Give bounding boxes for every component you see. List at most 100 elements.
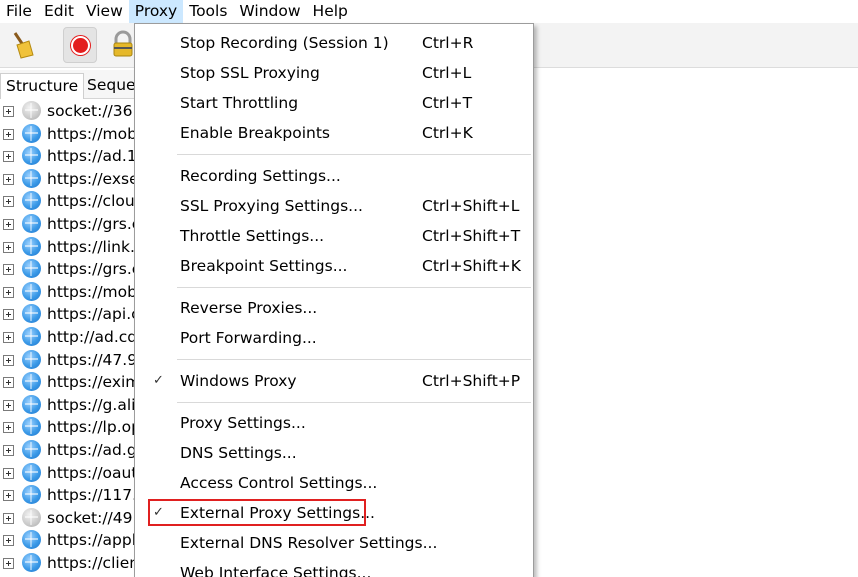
menu-edit[interactable]: Edit bbox=[38, 0, 80, 23]
menu-view[interactable]: View bbox=[80, 0, 129, 23]
tab-structure[interactable]: Structure bbox=[0, 73, 85, 99]
menu-item-label: Recording Settings... bbox=[180, 166, 341, 185]
menu-item-shortcut: Ctrl+Shift+P bbox=[422, 371, 521, 390]
menu-item-stop-recording-session-1[interactable]: Stop Recording (Session 1) Ctrl+R bbox=[135, 28, 533, 58]
menu-item-label: Reverse Proxies... bbox=[180, 299, 318, 317]
proxy-dropdown-menu: Stop Recording (Session 1) Ctrl+R Stop SSL… bbox=[134, 23, 534, 577]
menu-help[interactable]: Help bbox=[307, 0, 354, 23]
menu-item-label: Enable Breakpoints bbox=[180, 124, 331, 142]
menu-item-proxy-settings[interactable]: Proxy Settings... bbox=[135, 408, 533, 438]
expand-icon[interactable] bbox=[3, 286, 14, 298]
menu-item-enable-breakpoints[interactable]: Enable Breakpoints Ctrl+K bbox=[135, 118, 533, 148]
globe-icon bbox=[22, 417, 41, 437]
expand-icon[interactable] bbox=[3, 377, 14, 389]
menu-separator bbox=[177, 401, 531, 403]
host-label: https://lp.op bbox=[47, 418, 141, 437]
globe-icon bbox=[22, 349, 41, 369]
expand-icon[interactable] bbox=[3, 128, 14, 140]
menu-window[interactable]: Window bbox=[233, 0, 306, 23]
host-label: https://47.9 bbox=[47, 350, 138, 369]
expand-icon[interactable] bbox=[3, 354, 14, 366]
menu-proxy[interactable]: Proxy bbox=[128, 0, 184, 23]
menu-file[interactable]: File bbox=[0, 0, 38, 23]
checkmark-icon: ✓ bbox=[153, 372, 164, 388]
globe-icon bbox=[22, 259, 41, 279]
menu-item-windows-proxy[interactable]: ✓ Windows Proxy Ctrl+Shift+P bbox=[135, 366, 533, 396]
menu-item-throttle-settings[interactable]: Throttle Settings... Ctrl+Shift+T bbox=[135, 221, 533, 251]
menu-item-external-proxy-settings[interactable]: ✓ External Proxy Settings... bbox=[135, 498, 533, 528]
menu-item-label: External Proxy Settings... bbox=[180, 504, 375, 522]
menu-item-start-throttling[interactable]: Start Throttling Ctrl+T bbox=[135, 88, 533, 118]
expand-icon[interactable] bbox=[3, 219, 14, 230]
broom-icon bbox=[13, 32, 34, 59]
globe-icon bbox=[22, 553, 41, 572]
expand-icon[interactable] bbox=[3, 332, 14, 343]
menu-item-label: Stop SSL Proxying bbox=[180, 64, 320, 82]
expand-icon[interactable] bbox=[3, 264, 14, 276]
menu-item-reverse-proxies[interactable]: Reverse Proxies... bbox=[135, 293, 533, 323]
record-button[interactable] bbox=[63, 27, 97, 63]
expand-icon[interactable] bbox=[3, 535, 14, 547]
host-label: https://appl bbox=[47, 531, 137, 550]
menu-item-label: Breakpoint Settings... bbox=[180, 256, 348, 275]
menu-item-access-control-settings[interactable]: Access Control Settings... bbox=[135, 468, 533, 498]
menu-item-label: Access Control Settings... bbox=[180, 474, 378, 492]
menu-item-port-forwarding[interactable]: Port Forwarding... bbox=[135, 323, 533, 353]
globe-icon bbox=[22, 146, 41, 166]
expand-icon[interactable] bbox=[3, 467, 14, 479]
host-label: https://ad.1 bbox=[47, 147, 137, 166]
host-label: https://exse bbox=[47, 169, 139, 188]
expand-icon[interactable] bbox=[3, 512, 14, 524]
menu-item-label: Windows Proxy bbox=[180, 371, 297, 390]
menu-item-web-interface-settings[interactable]: Web Interface Settings... bbox=[135, 558, 533, 577]
menu-item-label: Throttle Settings... bbox=[180, 226, 325, 245]
menu-item-label: Web Interface Settings... bbox=[180, 564, 372, 577]
expand-icon[interactable] bbox=[3, 309, 14, 321]
expand-icon[interactable] bbox=[3, 196, 14, 208]
expand-icon[interactable] bbox=[3, 106, 14, 117]
host-label: https://mob bbox=[47, 124, 137, 143]
menu-item-label: DNS Settings... bbox=[180, 444, 297, 462]
menu-item-label: Start Throttling bbox=[180, 94, 299, 112]
expand-icon[interactable] bbox=[3, 173, 14, 185]
expand-icon[interactable] bbox=[3, 241, 14, 253]
menu-item-dns-settings[interactable]: DNS Settings... bbox=[135, 438, 533, 468]
globe-icon bbox=[22, 440, 41, 459]
menu-item-label: External DNS Resolver Settings... bbox=[180, 534, 438, 552]
clear-session-button[interactable] bbox=[5, 27, 39, 63]
expand-icon[interactable] bbox=[3, 399, 14, 411]
menu-item-breakpoint-settings[interactable]: Breakpoint Settings... Ctrl+Shift+K bbox=[135, 251, 533, 281]
menu-separator bbox=[177, 286, 531, 288]
menu-tools[interactable]: Tools bbox=[183, 0, 233, 23]
globe-icon bbox=[22, 485, 41, 505]
menu-item-shortcut: Ctrl+Shift+K bbox=[422, 256, 521, 275]
host-label: https://clou bbox=[47, 192, 135, 211]
menu-bar: File Edit View Proxy Tools Window Help bbox=[0, 0, 858, 23]
menu-item-stop-ssl-proxying[interactable]: Stop SSL Proxying Ctrl+L bbox=[135, 58, 533, 88]
host-label: https://mob bbox=[47, 282, 137, 301]
host-label: https://exim bbox=[47, 373, 141, 392]
expand-icon[interactable] bbox=[3, 490, 14, 502]
expand-icon[interactable] bbox=[3, 151, 14, 163]
expand-icon[interactable] bbox=[3, 445, 14, 456]
globe-icon bbox=[22, 191, 41, 211]
menu-item-ssl-proxying-settings[interactable]: SSL Proxying Settings... Ctrl+Shift+L bbox=[135, 191, 533, 221]
menu-item-label: Stop Recording (Session 1) bbox=[180, 34, 389, 52]
globe-icon bbox=[22, 236, 41, 256]
record-icon bbox=[71, 36, 90, 55]
menu-item-label: SSL Proxying Settings... bbox=[180, 196, 363, 215]
globe-icon bbox=[22, 304, 41, 324]
host-label: https://ad.g bbox=[47, 441, 137, 459]
host-label: socket://36. bbox=[47, 102, 138, 120]
host-label: https://oaut bbox=[47, 463, 138, 482]
menu-separator bbox=[177, 359, 531, 360]
host-label: https://grs.c bbox=[47, 215, 141, 233]
tab-sequence[interactable]: Seque bbox=[82, 73, 141, 99]
menu-item-label: Proxy Settings... bbox=[180, 414, 306, 432]
globe-icon bbox=[22, 281, 41, 301]
menu-item-shortcut: Ctrl+Shift+T bbox=[422, 226, 521, 245]
menu-item-recording-settings[interactable]: Recording Settings... bbox=[135, 161, 533, 191]
expand-icon[interactable] bbox=[3, 422, 14, 434]
expand-icon[interactable] bbox=[3, 558, 14, 569]
menu-item-external-dns-resolver-settings[interactable]: External DNS Resolver Settings... bbox=[135, 528, 533, 558]
